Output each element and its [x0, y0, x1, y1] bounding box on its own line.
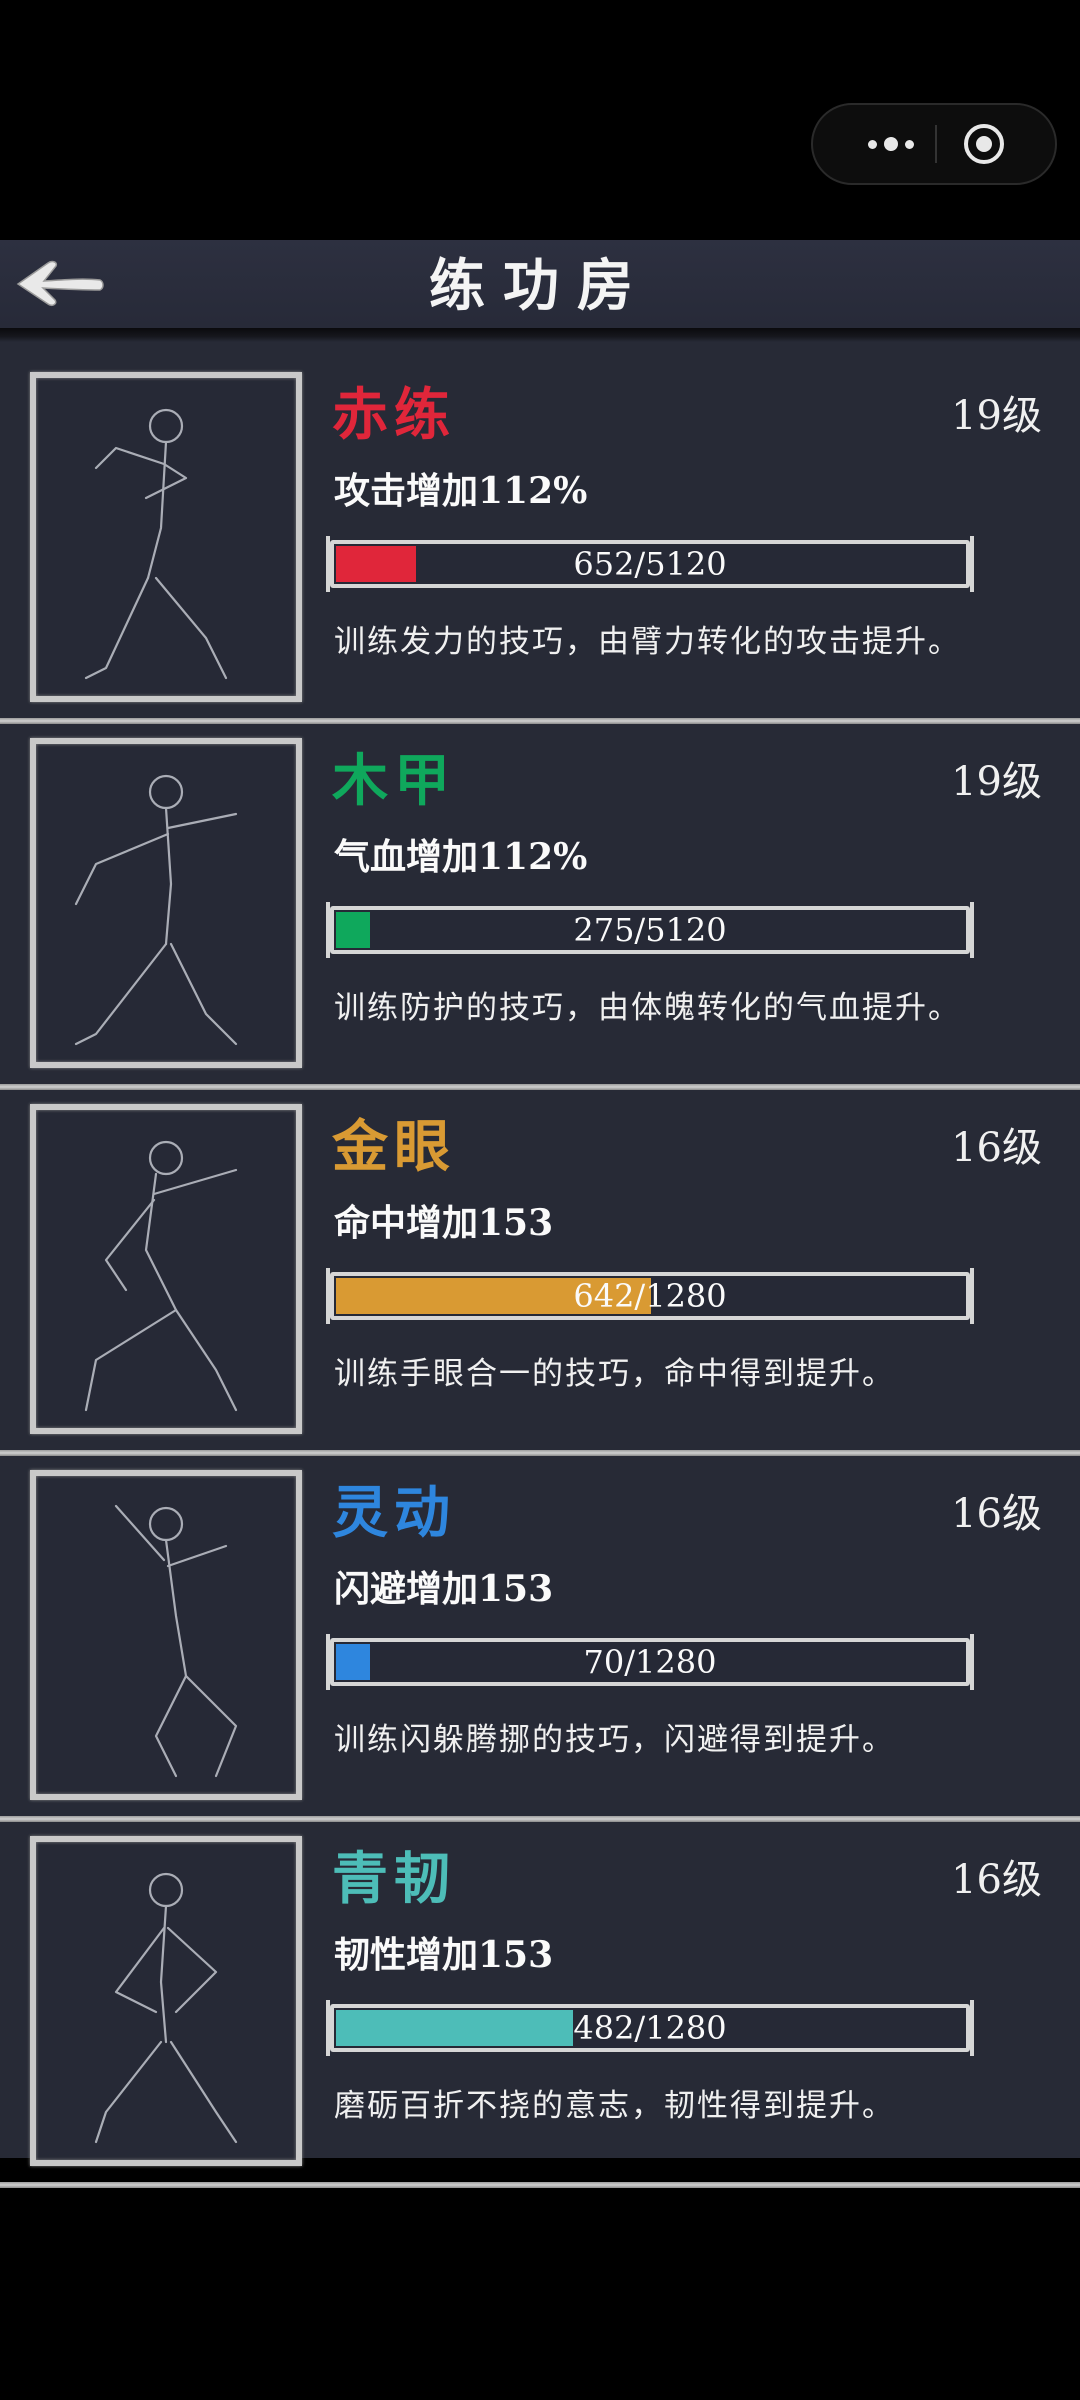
skill-card[interactable]: 木甲 19级 气血增加112% 275/5120 训练防护的技巧，由体魄转化的气… — [0, 728, 1080, 1093]
skill-name: 赤练 — [332, 382, 456, 448]
card-divider — [0, 718, 1080, 724]
skill-description: 训练发力的技巧，由臂力转化的攻击提升。 — [334, 624, 961, 660]
skill-level: 19级 — [951, 759, 1042, 805]
martial-artist-portrait — [30, 1470, 302, 1800]
skill-card[interactable]: 灵动 16级 闪避增加153 70/1280 训练闪躲腾挪的技巧，闪避得到提升。 — [0, 1460, 1080, 1825]
martial-pose-sketch-icon — [84, 408, 228, 680]
skill-progress-bar: 642/1280 — [326, 1268, 974, 1324]
skill-progress-bar: 70/1280 — [326, 1634, 974, 1690]
skill-name: 青韧 — [332, 1846, 456, 1912]
skill-stat-bonus: 气血增加112% — [334, 836, 588, 878]
martial-artist-portrait — [30, 1836, 302, 2166]
page-title: 练功房 — [429, 253, 651, 319]
back-arrow-icon[interactable] — [12, 250, 104, 318]
card-divider — [0, 1816, 1080, 1822]
skill-name: 木甲 — [332, 748, 456, 814]
skill-stat-bonus: 命中增加153 — [334, 1202, 554, 1244]
martial-pose-sketch-icon — [94, 1872, 238, 2144]
martial-artist-portrait — [30, 1104, 302, 1434]
skill-level: 19级 — [951, 393, 1042, 439]
mini-program-capsule — [811, 103, 1057, 185]
martial-artist-portrait — [30, 372, 302, 702]
more-options-icon[interactable] — [847, 105, 935, 183]
card-divider — [0, 2182, 1080, 2188]
martial-artist-portrait — [30, 738, 302, 1068]
skill-progress-text: 652/5120 — [573, 545, 727, 583]
skill-level: 16级 — [951, 1125, 1042, 1171]
card-divider — [0, 1084, 1080, 1090]
skill-progress-text: 70/1280 — [583, 1643, 717, 1681]
card-divider — [0, 1450, 1080, 1456]
skill-card[interactable]: 金眼 16级 命中增加153 642/1280 训练手眼合一的技巧，命中得到提升… — [0, 1094, 1080, 1459]
skill-description: 训练手眼合一的技巧，命中得到提升。 — [334, 1356, 895, 1392]
skill-name: 金眼 — [332, 1114, 456, 1180]
skill-progress-text: 642/1280 — [573, 1277, 727, 1315]
close-target-icon[interactable] — [962, 122, 1006, 166]
skill-description: 训练闪躲腾挪的技巧，闪避得到提升。 — [334, 1722, 895, 1758]
skill-description: 磨砺百折不挠的意志，韧性得到提升。 — [334, 2088, 895, 2124]
skill-stat-bonus: 闪避增加153 — [334, 1568, 554, 1610]
martial-pose-sketch-icon — [74, 774, 238, 1046]
skill-stat-bonus: 攻击增加112% — [334, 470, 588, 512]
skill-level: 16级 — [951, 1491, 1042, 1537]
training-room-page: 练功房 赤练 19级 攻击增加112% 652/5120 训练发力的技巧，由臂力… — [0, 240, 1080, 2188]
skill-progress-bar: 482/1280 — [326, 2000, 974, 2056]
skill-card[interactable]: 赤练 19级 攻击增加112% 652/5120 训练发力的技巧，由臂力转化的攻… — [0, 362, 1080, 727]
header-shadow-line — [0, 328, 1080, 342]
martial-pose-sketch-icon — [84, 1140, 238, 1412]
skill-stat-bonus: 韧性增加153 — [334, 1934, 554, 1976]
skill-level: 16级 — [951, 1857, 1042, 1903]
martial-pose-sketch-icon — [114, 1504, 238, 1778]
skill-progress-bar: 652/5120 — [326, 536, 974, 592]
capsule-divider — [935, 125, 937, 163]
skill-progress-text: 482/1280 — [573, 2009, 727, 2047]
skill-progress-text: 275/5120 — [573, 911, 727, 949]
skill-card[interactable]: 青韧 16级 韧性增加153 482/1280 磨砺百折不挠的意志，韧性得到提升… — [0, 1826, 1080, 2191]
skill-name: 灵动 — [332, 1480, 456, 1546]
header-bar: 练功房 — [0, 240, 1080, 342]
skill-progress-bar: 275/5120 — [326, 902, 974, 958]
skill-description: 训练防护的技巧，由体魄转化的气血提升。 — [334, 990, 961, 1026]
